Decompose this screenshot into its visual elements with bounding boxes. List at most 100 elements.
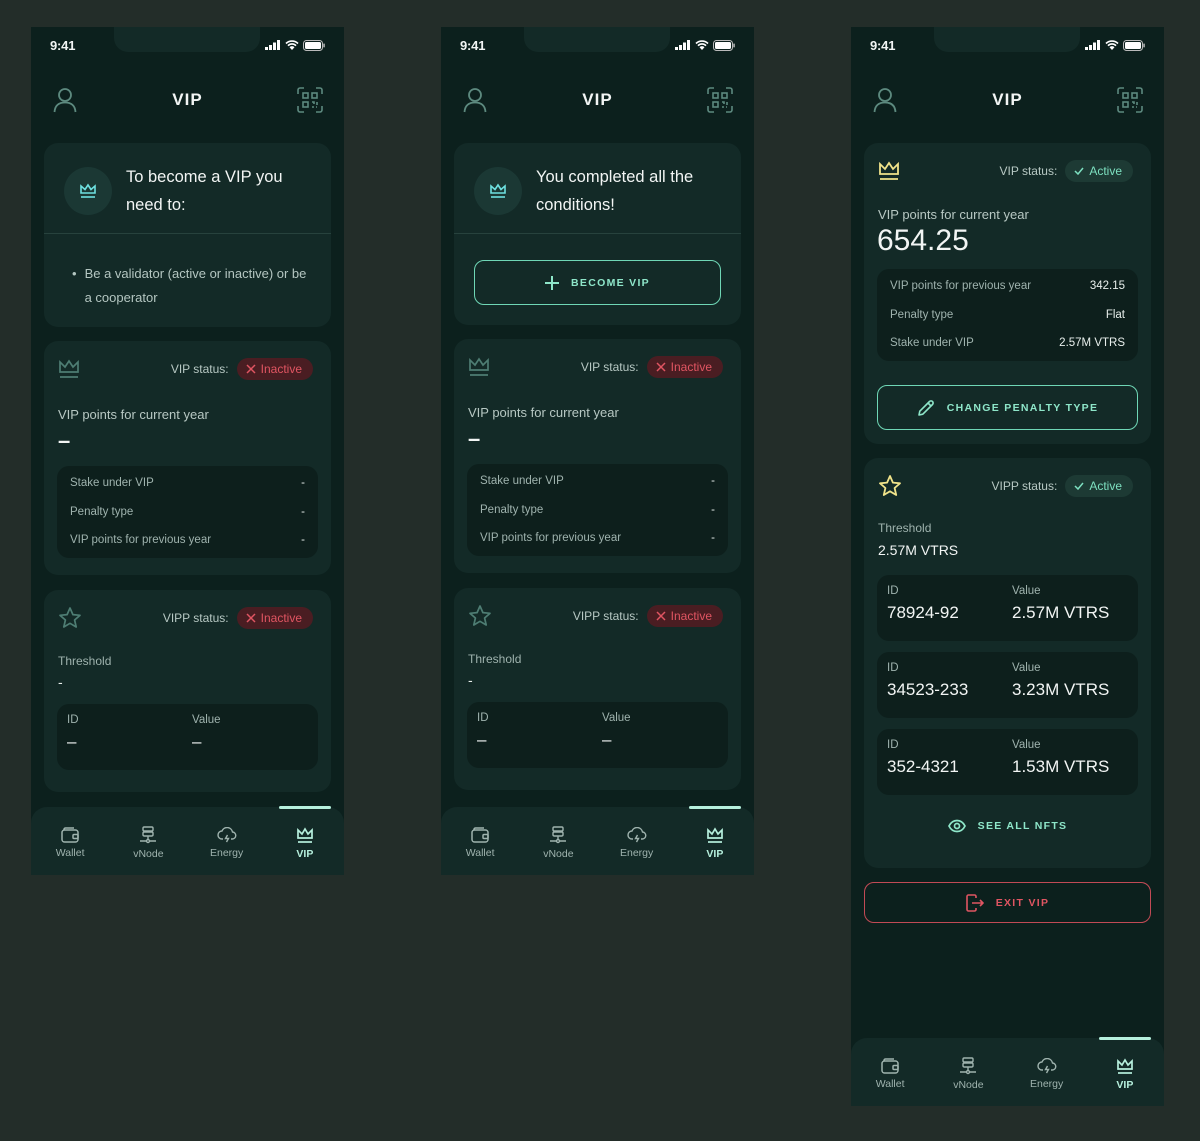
server-node-icon [140, 826, 157, 844]
vipp-status-badge: Active [1065, 475, 1133, 497]
detail-value: 342.15 [1089, 280, 1125, 293]
tab-wallet[interactable]: Wallet [851, 1038, 929, 1106]
threshold-value: 2.57M VTRS [878, 542, 959, 558]
nft-id-label: ID [887, 662, 899, 674]
clock: 9:41 [50, 37, 76, 53]
detail-label: VIP points for previous year [890, 280, 1032, 293]
nft-item[interactable]: ID 352-4321 Value 1.53M VTRS [877, 729, 1138, 795]
points-current-value: 654.25 [877, 224, 969, 257]
wifi-icon [1105, 40, 1119, 50]
points-current-value: – [58, 428, 71, 453]
tab-energy[interactable]: Energy [598, 807, 676, 875]
become-vip-button[interactable]: BECOME VIP [474, 260, 721, 305]
detail-label: Stake under VIP [890, 337, 974, 350]
crown-badge [64, 167, 112, 215]
crown-icon [59, 359, 79, 378]
crown-icon [490, 183, 506, 198]
vip-details-list: Stake under VIP - Penalty type - VIP point… [57, 466, 318, 558]
nft-item[interactable]: ID 34523-233 Value 3.23M VTRS [877, 652, 1138, 718]
nft-id: – [477, 730, 487, 749]
vip-status-card: VIP status: Inactive VIP points for curr… [44, 341, 331, 575]
clock: 9:41 [870, 37, 896, 53]
page-title: VIP [992, 90, 1023, 109]
tab-vip[interactable]: VIP [1086, 1037, 1164, 1106]
threshold-label: Threshold [58, 654, 112, 668]
bottom-tab-bar: Wallet vNode Energy VIP [441, 806, 754, 875]
nft-value: – [602, 730, 612, 749]
nft-value-label: Value [602, 712, 631, 724]
profile-button[interactable] [871, 86, 899, 114]
close-icon [656, 611, 666, 621]
points-current-label: VIP points for current year [58, 407, 209, 422]
detail-row: Stake under VIP - [467, 467, 728, 496]
vipp-status-card: VIPP status: Inactive Threshold - ID – Va… [454, 588, 741, 790]
phone-screen-vip-active: 9:41 VIP VIP status: Active VIP points f… [851, 27, 1164, 1106]
tab-vnode[interactable]: vNode [929, 1038, 1007, 1106]
detail-row: VIP points for previous year - [57, 526, 318, 555]
active-tab-indicator [278, 806, 331, 809]
tab-label: Wallet [55, 847, 85, 859]
tab-energy[interactable]: Energy [188, 807, 266, 875]
vip-status-label: VIP status: [170, 362, 229, 376]
nft-value: 1.53M VTRS [1012, 757, 1110, 776]
vip-status-card: VIP status: Active VIP points for curren… [864, 143, 1151, 444]
vipp-status-card: VIPP status: Active Threshold 2.57M VTRS… [864, 458, 1151, 868]
vip-intro-card: You completed all the conditions! BECOME… [454, 143, 741, 325]
exit-vip-button[interactable]: EXIT VIP [864, 882, 1151, 923]
detail-label: Penalty type [70, 505, 134, 518]
tab-vnode[interactable]: vNode [109, 807, 187, 875]
scan-qr-button[interactable] [296, 86, 324, 114]
server-node-icon [550, 826, 567, 844]
bottom-tab-bar: Wallet vNode Energy VIP [851, 1037, 1164, 1106]
wifi-icon [285, 40, 299, 50]
nft-item[interactable]: ID – Value – [467, 702, 728, 768]
points-current-label: VIP points for current year [878, 207, 1029, 222]
profile-button[interactable] [461, 86, 489, 114]
tab-label: vNode [133, 848, 164, 860]
detail-value: - [711, 475, 715, 488]
tab-label: Wallet [875, 1078, 905, 1090]
qr-scan-icon [707, 87, 733, 113]
system-icons [265, 39, 325, 51]
vip-status-text: Active [1089, 164, 1122, 178]
tab-wallet[interactable]: Wallet [441, 807, 519, 875]
qr-scan-icon [1117, 87, 1143, 113]
detail-label: Stake under VIP [70, 477, 154, 490]
nft-item[interactable]: ID 78924-92 Value 2.57M VTRS [877, 575, 1138, 641]
detail-value: - [301, 477, 305, 490]
tab-label: Energy [209, 847, 244, 859]
tab-label: VIP [706, 847, 724, 860]
tab-vip[interactable]: VIP [676, 806, 754, 875]
threshold-label: Threshold [468, 652, 522, 666]
detail-label: VIP points for previous year [70, 534, 212, 547]
detail-value: 2.57M VTRS [1059, 337, 1125, 350]
threshold-label: Threshold [878, 521, 932, 535]
tab-vnode[interactable]: vNode [519, 807, 597, 875]
see-all-nfts-button[interactable]: SEE ALL NFTS [864, 819, 1151, 833]
change-penalty-type-button[interactable]: CHANGE PENALTY TYPE [877, 385, 1138, 430]
nft-item[interactable]: ID – Value – [57, 704, 318, 770]
requirement-item: • Be a validator (active or inactive) or … [44, 234, 331, 330]
vipp-status-text: Inactive [260, 611, 302, 625]
scan-qr-button[interactable] [1116, 86, 1144, 114]
see-all-nfts-label: SEE ALL NFTS [977, 820, 1068, 832]
signal-icon [1085, 40, 1100, 50]
star-icon [469, 605, 491, 626]
tab-energy[interactable]: Energy [1008, 1038, 1086, 1106]
tab-vip[interactable]: VIP [266, 806, 344, 875]
tab-wallet[interactable]: Wallet [31, 807, 109, 875]
battery-icon [713, 39, 735, 51]
page-title: VIP [172, 90, 203, 109]
detail-row: Stake under VIP - [57, 469, 318, 498]
vip-status-label: VIP status: [999, 164, 1058, 178]
profile-button[interactable] [51, 86, 79, 114]
crown-icon [879, 161, 899, 180]
detail-value: - [711, 532, 715, 545]
scan-qr-button[interactable] [706, 86, 734, 114]
qr-scan-icon [297, 87, 323, 113]
nft-value-label: Value [1012, 585, 1041, 597]
nft-id: – [67, 732, 77, 751]
detail-row: VIP points for previous year 342.15 [877, 272, 1138, 301]
nft-value: – [192, 732, 202, 751]
crown-icon [707, 826, 723, 843]
